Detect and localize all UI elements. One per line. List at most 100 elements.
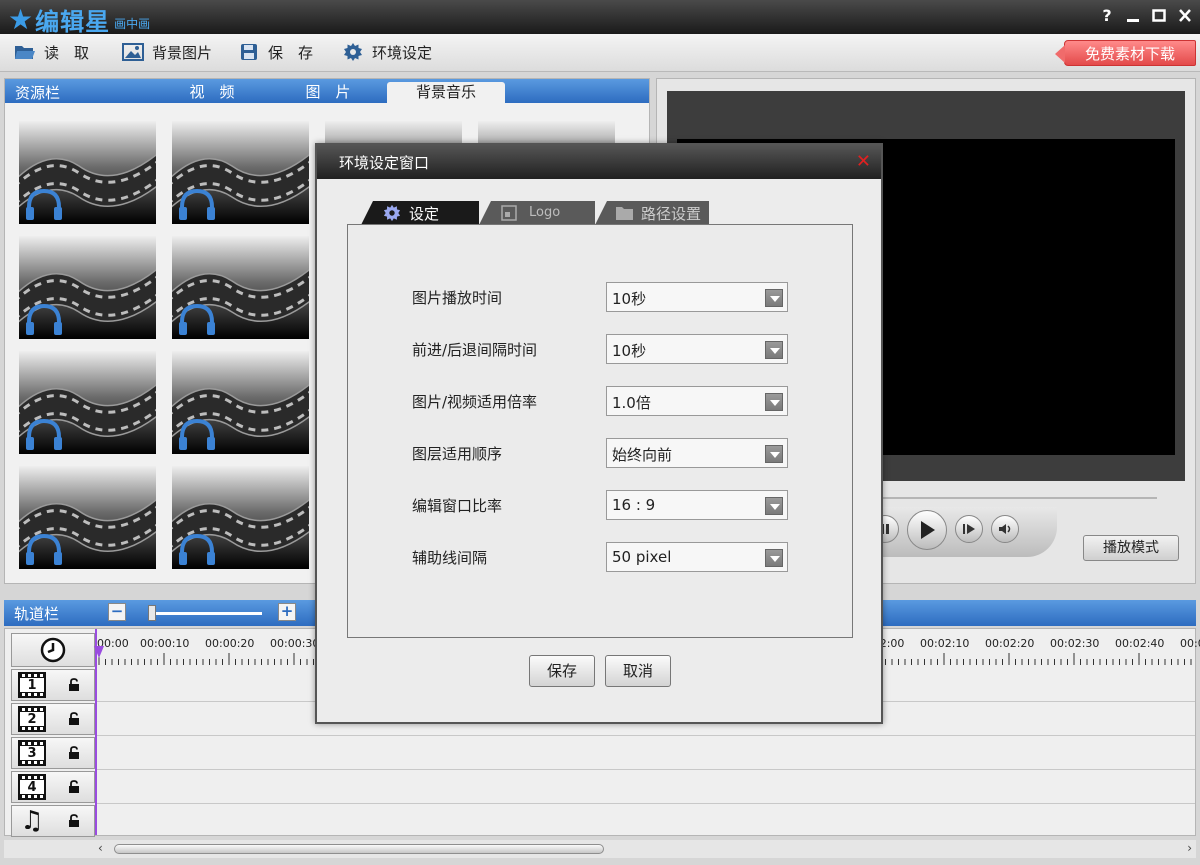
music-thumbnail[interactable] [172, 236, 309, 339]
tab-logo[interactable]: Logo [479, 201, 597, 225]
play-mode-button[interactable]: 播放模式 [1083, 535, 1179, 561]
help-button[interactable]: ? [1098, 6, 1116, 26]
dialog-cancel-button[interactable]: 取消 [605, 655, 671, 687]
tab-settings[interactable]: 设定 [361, 201, 481, 225]
maximize-button[interactable] [1150, 6, 1168, 26]
setting-label: 前进/后退间隔时间 [412, 341, 538, 359]
unlock-icon[interactable] [68, 814, 82, 828]
track-number: 3 [27, 745, 37, 761]
chevron-down-icon[interactable] [765, 289, 783, 307]
track-headers: 1 2 3 4 ♫ [11, 631, 95, 837]
folder-open-icon [14, 41, 36, 63]
tab-logo-label: Logo [529, 205, 561, 220]
film-icon: 1 [18, 672, 46, 698]
save-button[interactable]: 保 存 [238, 41, 313, 63]
dialog-save-button[interactable]: 保存 [529, 655, 595, 687]
film-headphones-icon [172, 236, 309, 339]
step-forward-icon [963, 524, 975, 534]
minimize-button[interactable] [1124, 6, 1142, 26]
setting-dropdown[interactable]: 始终向前 [606, 438, 788, 468]
timeline-horizontal-scrollbar[interactable]: ‹ › [4, 840, 1196, 858]
zoom-out-button[interactable]: − [108, 603, 126, 621]
timeline-clock-cell [11, 633, 95, 667]
setting-label: 图片/视频适用倍率 [412, 393, 538, 411]
zoom-slider-handle[interactable] [148, 605, 156, 621]
minimize-icon [1127, 19, 1139, 22]
app-name: 编辑星 [35, 8, 111, 36]
image-icon [122, 41, 144, 63]
music-note-icon: ♫ [18, 806, 46, 836]
music-thumbnail[interactable] [19, 236, 156, 339]
film-icon: 4 [18, 774, 46, 800]
next-frame-button[interactable] [955, 515, 983, 543]
setting-dropdown[interactable]: 50 pixel [606, 542, 788, 572]
dropdown-value: 10秒 [612, 342, 647, 360]
tab-path-settings-label: 路径设置 [641, 205, 702, 223]
unlock-icon[interactable] [68, 746, 82, 760]
tab-path-settings[interactable]: 路径设置 [595, 201, 711, 225]
unlock-icon[interactable] [68, 780, 82, 794]
track-panel-title: 轨道栏 [14, 605, 60, 623]
music-thumbnail[interactable] [19, 121, 156, 224]
close-button[interactable] [1176, 6, 1194, 26]
maximize-icon [1152, 9, 1166, 22]
music-thumbnail[interactable] [19, 466, 156, 569]
film-headphones-icon [19, 351, 156, 454]
app-logo: ★ 编辑星 画中画 [8, 2, 150, 37]
gear-icon [383, 204, 401, 222]
playhead-line[interactable] [95, 629, 97, 835]
track-header-3[interactable]: 3 [11, 737, 95, 769]
settings-form: 图片播放时间 10秒 前进/后退间隔时间 10秒 图片/视频适用倍率 1.0倍 图层适用顺序… [347, 224, 853, 638]
unlock-icon[interactable] [68, 712, 82, 726]
setting-dropdown[interactable]: 10秒 [606, 334, 788, 364]
track-header-5[interactable]: ♫ [11, 805, 95, 837]
window-controls: ? [1098, 6, 1194, 26]
chevron-down-icon[interactable] [765, 497, 783, 515]
music-thumbnail[interactable] [172, 466, 309, 569]
scroll-right-arrow-icon[interactable]: › [1187, 841, 1192, 855]
open-label: 读 取 [44, 43, 90, 62]
tab-image[interactable]: 图 片 [269, 82, 387, 103]
track-header-2[interactable]: 2 [11, 703, 95, 735]
dropdown-value: 1.0倍 [612, 394, 651, 412]
track-header-1[interactable]: 1 [11, 669, 95, 701]
track-divider [97, 735, 1195, 736]
tab-video[interactable]: 视 频 [153, 82, 271, 103]
zoom-slider-track[interactable] [150, 612, 262, 615]
setting-dropdown[interactable]: 10秒 [606, 282, 788, 312]
music-thumbnail[interactable] [19, 351, 156, 454]
background-image-button[interactable]: 背景图片 [122, 41, 212, 63]
play-button[interactable] [907, 510, 947, 550]
playhead-marker-icon[interactable] [93, 645, 105, 659]
chevron-down-icon[interactable] [765, 445, 783, 463]
scroll-left-arrow-icon[interactable]: ‹ [98, 841, 103, 855]
open-button[interactable]: 读 取 [14, 41, 89, 63]
music-thumbnail[interactable] [172, 121, 309, 224]
chevron-down-icon[interactable] [765, 393, 783, 411]
volume-icon [999, 524, 1011, 534]
setting-dropdown[interactable]: 1.0倍 [606, 386, 788, 416]
volume-button[interactable] [991, 515, 1019, 543]
unlock-icon[interactable] [68, 678, 82, 692]
music-thumbnail[interactable] [172, 351, 309, 454]
tab-background-music[interactable]: 背景音乐 [387, 82, 505, 103]
setting-dropdown[interactable]: 16 : 9 [606, 490, 788, 520]
resource-panel-title: 资源栏 [15, 84, 61, 102]
chevron-down-icon[interactable] [765, 341, 783, 359]
track-number: 4 [27, 779, 37, 795]
track-header-4[interactable]: 4 [11, 771, 95, 803]
scrollbar-thumb[interactable] [114, 844, 604, 854]
dialog-close-button[interactable]: ✕ [856, 151, 871, 172]
track-divider [97, 769, 1195, 770]
track-number: ♫ [20, 806, 44, 836]
setting-label: 图层适用顺序 [412, 445, 503, 463]
ruler-time-label: 00:02:30 [1050, 637, 1100, 650]
zoom-in-button[interactable]: + [278, 603, 296, 621]
chevron-down-icon[interactable] [765, 549, 783, 567]
free-materials-download-button[interactable]: 免费素材下载 [1055, 40, 1196, 66]
film-headphones-icon [172, 121, 309, 224]
film-headphones-icon [172, 351, 309, 454]
title-bar: ★ 编辑星 画中画 ? [0, 0, 1200, 37]
settings-button[interactable]: 环境设定 [342, 41, 432, 63]
setting-label: 辅助线间隔 [412, 549, 488, 567]
